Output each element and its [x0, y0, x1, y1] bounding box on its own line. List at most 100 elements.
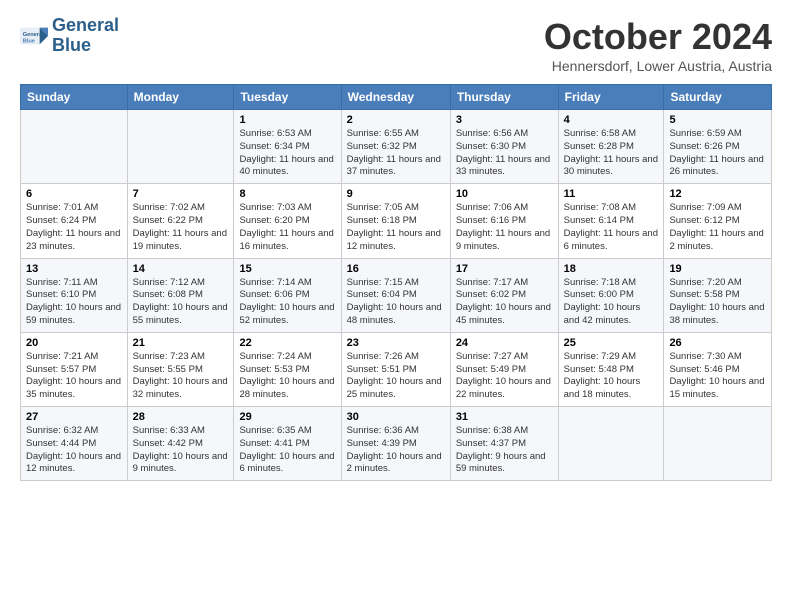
day-number: 7: [133, 188, 229, 200]
calendar-cell: [127, 110, 234, 184]
day-number: 5: [669, 114, 766, 126]
calendar-cell: 8 Sunrise: 7:03 AMSunset: 6:20 PMDaylight…: [234, 184, 341, 258]
calendar-cell: 14Sunrise: 7:12 AMSunset: 6:08 PMDayligh…: [127, 258, 234, 332]
day-info: Sunrise: 6:55 AMSunset: 6:32 PMDaylight:…: [347, 128, 445, 179]
calendar-cell: 22 Sunrise: 7:24 AMSunset: 5:53 PMDayligh…: [234, 332, 341, 406]
day-info: Sunrise: 7:27 AMSunset: 5:49 PMDaylight:…: [456, 351, 553, 402]
day-info: Sunrise: 7:15 AMSunset: 6:04 PMDaylight:…: [347, 277, 445, 328]
day-info: Sunrise: 7:21 AMSunset: 5:57 PMDaylight:…: [26, 351, 122, 402]
day-number: 13: [26, 263, 122, 275]
calendar-cell: 20 Sunrise: 7:21 AMSunset: 5:57 PMDayligh…: [21, 332, 128, 406]
calendar-cell: 30Sunrise: 6:36 AMSunset: 4:39 PMDayligh…: [341, 407, 450, 481]
calendar-cell: 23 Sunrise: 7:26 AMSunset: 5:51 PMDayligh…: [341, 332, 450, 406]
logo-icon: General Blue: [20, 22, 48, 50]
day-number: 8: [239, 188, 335, 200]
calendar-cell: 27 Sunrise: 6:32 AMSunset: 4:44 PMDayligh…: [21, 407, 128, 481]
weekday-header-friday: Friday: [558, 85, 664, 110]
day-info: Sunrise: 7:05 AMSunset: 6:18 PMDaylight:…: [347, 202, 445, 253]
day-number: 4: [564, 114, 659, 126]
calendar-cell: 11Sunrise: 7:08 AMSunset: 6:14 PMDayligh…: [558, 184, 664, 258]
day-info: Sunrise: 6:59 AMSunset: 6:26 PMDaylight:…: [669, 128, 766, 179]
day-info: Sunrise: 6:38 AMSunset: 4:37 PMDaylight:…: [456, 425, 553, 476]
day-info: Sunrise: 6:53 AMSunset: 6:34 PMDaylight:…: [239, 128, 335, 179]
day-info: Sunrise: 7:23 AMSunset: 5:55 PMDaylight:…: [133, 351, 229, 402]
day-info: Sunrise: 7:06 AMSunset: 6:16 PMDaylight:…: [456, 202, 553, 253]
logo-line2: Blue: [52, 36, 119, 56]
day-info: Sunrise: 7:08 AMSunset: 6:14 PMDaylight:…: [564, 202, 659, 253]
day-number: 19: [669, 263, 766, 275]
day-number: 27: [26, 411, 122, 423]
header: General Blue General Blue October 2024 H…: [20, 16, 772, 74]
calendar-cell: 31 Sunrise: 6:38 AMSunset: 4:37 PMDayligh…: [450, 407, 558, 481]
day-info: Sunrise: 7:11 AMSunset: 6:10 PMDaylight:…: [26, 277, 122, 328]
day-info: Sunrise: 7:12 AMSunset: 6:08 PMDaylight:…: [133, 277, 229, 328]
day-info: Sunrise: 6:32 AMSunset: 4:44 PMDaylight:…: [26, 425, 122, 476]
calendar-cell: 19 Sunrise: 7:20 AMSunset: 5:58 PMDayligh…: [664, 258, 772, 332]
day-number: 16: [347, 263, 445, 275]
day-number: 28: [133, 411, 229, 423]
day-info: Sunrise: 6:56 AMSunset: 6:30 PMDaylight:…: [456, 128, 553, 179]
weekday-header-wednesday: Wednesday: [341, 85, 450, 110]
day-info: Sunrise: 7:01 AMSunset: 6:24 PMDaylight:…: [26, 202, 122, 253]
day-number: 9: [347, 188, 445, 200]
svg-text:Blue: Blue: [23, 38, 35, 44]
day-number: 23: [347, 337, 445, 349]
calendar-cell: 12Sunrise: 7:09 AMSunset: 6:12 PMDayligh…: [664, 184, 772, 258]
day-number: 20: [26, 337, 122, 349]
day-number: 31: [456, 411, 553, 423]
day-info: Sunrise: 7:29 AMSunset: 5:48 PMDaylight:…: [564, 351, 659, 402]
calendar-cell: [21, 110, 128, 184]
day-number: 26: [669, 337, 766, 349]
calendar-cell: 10Sunrise: 7:06 AMSunset: 6:16 PMDayligh…: [450, 184, 558, 258]
day-info: Sunrise: 6:35 AMSunset: 4:41 PMDaylight:…: [239, 425, 335, 476]
month-title: October 2024: [544, 16, 772, 58]
calendar-cell: 18Sunrise: 7:18 AMSunset: 6:00 PMDayligh…: [558, 258, 664, 332]
weekday-header-tuesday: Tuesday: [234, 85, 341, 110]
day-number: 2: [347, 114, 445, 126]
weekday-header-monday: Monday: [127, 85, 234, 110]
calendar-cell: 6Sunrise: 7:01 AMSunset: 6:24 PMDaylight…: [21, 184, 128, 258]
day-number: 15: [239, 263, 335, 275]
calendar-cell: 4 Sunrise: 6:58 AMSunset: 6:28 PMDaylight…: [558, 110, 664, 184]
calendar-cell: [664, 407, 772, 481]
calendar-cell: 29 Sunrise: 6:35 AMSunset: 4:41 PMDayligh…: [234, 407, 341, 481]
calendar-week-row: 20 Sunrise: 7:21 AMSunset: 5:57 PMDayligh…: [21, 332, 772, 406]
calendar-cell: 15 Sunrise: 7:14 AMSunset: 6:06 PMDayligh…: [234, 258, 341, 332]
day-number: 12: [669, 188, 766, 200]
calendar-cell: 7 Sunrise: 7:02 AMSunset: 6:22 PMDaylight…: [127, 184, 234, 258]
header-row: SundayMondayTuesdayWednesdayThursdayFrid…: [21, 85, 772, 110]
day-info: Sunrise: 7:30 AMSunset: 5:46 PMDaylight:…: [669, 351, 766, 402]
calendar-cell: 2 Sunrise: 6:55 AMSunset: 6:32 PMDaylight…: [341, 110, 450, 184]
calendar-cell: 13 Sunrise: 7:11 AMSunset: 6:10 PMDayligh…: [21, 258, 128, 332]
calendar-week-row: 13 Sunrise: 7:11 AMSunset: 6:10 PMDayligh…: [21, 258, 772, 332]
day-number: 3: [456, 114, 553, 126]
subtitle: Hennersdorf, Lower Austria, Austria: [544, 58, 772, 74]
svg-text:General: General: [23, 32, 44, 38]
day-info: Sunrise: 7:20 AMSunset: 5:58 PMDaylight:…: [669, 277, 766, 328]
calendar-cell: 9 Sunrise: 7:05 AMSunset: 6:18 PMDaylight…: [341, 184, 450, 258]
calendar-cell: 25 Sunrise: 7:29 AMSunset: 5:48 PMDayligh…: [558, 332, 664, 406]
logo: General Blue General Blue: [20, 16, 119, 56]
day-number: 1: [239, 114, 335, 126]
weekday-header-saturday: Saturday: [664, 85, 772, 110]
calendar-week-row: 1 Sunrise: 6:53 AMSunset: 6:34 PMDaylight…: [21, 110, 772, 184]
day-info: Sunrise: 6:58 AMSunset: 6:28 PMDaylight:…: [564, 128, 659, 179]
day-info: Sunrise: 7:24 AMSunset: 5:53 PMDaylight:…: [239, 351, 335, 402]
day-info: Sunrise: 7:14 AMSunset: 6:06 PMDaylight:…: [239, 277, 335, 328]
day-info: Sunrise: 7:03 AMSunset: 6:20 PMDaylight:…: [239, 202, 335, 253]
calendar-cell: 24 Sunrise: 7:27 AMSunset: 5:49 PMDayligh…: [450, 332, 558, 406]
weekday-header-sunday: Sunday: [21, 85, 128, 110]
day-info: Sunrise: 6:36 AMSunset: 4:39 PMDaylight:…: [347, 425, 445, 476]
calendar-cell: 5 Sunrise: 6:59 AMSunset: 6:26 PMDaylight…: [664, 110, 772, 184]
weekday-header-thursday: Thursday: [450, 85, 558, 110]
calendar-cell: 21Sunrise: 7:23 AMSunset: 5:55 PMDayligh…: [127, 332, 234, 406]
calendar-cell: 26 Sunrise: 7:30 AMSunset: 5:46 PMDayligh…: [664, 332, 772, 406]
day-number: 18: [564, 263, 659, 275]
day-number: 25: [564, 337, 659, 349]
day-number: 29: [239, 411, 335, 423]
day-number: 22: [239, 337, 335, 349]
calendar-table: SundayMondayTuesdayWednesdayThursdayFrid…: [20, 84, 772, 481]
day-info: Sunrise: 7:26 AMSunset: 5:51 PMDaylight:…: [347, 351, 445, 402]
day-number: 24: [456, 337, 553, 349]
day-info: Sunrise: 7:02 AMSunset: 6:22 PMDaylight:…: [133, 202, 229, 253]
